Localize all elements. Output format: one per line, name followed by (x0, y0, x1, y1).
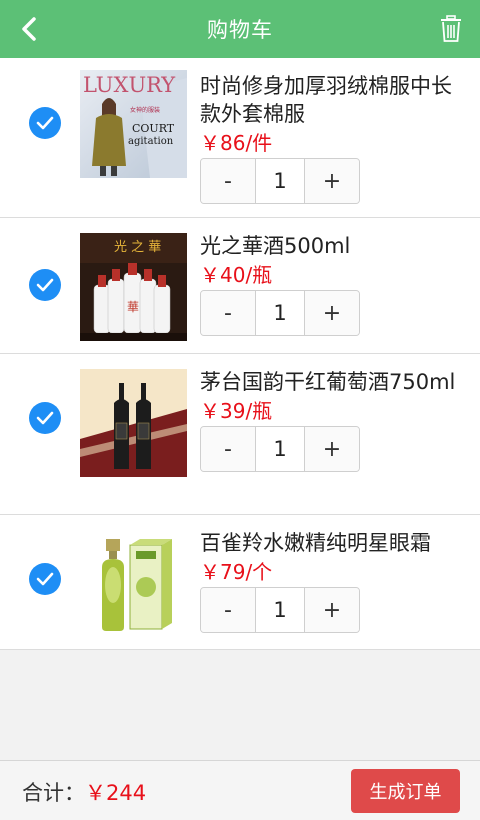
cart-item: 光 之 華 華 光之華酒500ml ￥40/瓶 - 1 + (0, 218, 480, 354)
cart-list: LUXURY 女神的服装 COURT agitation 时尚修身加厚羽绒棉服中… (0, 58, 480, 650)
quantity-stepper: - 1 + (200, 290, 360, 336)
delete-button[interactable] (436, 12, 466, 46)
item-checkbox[interactable] (29, 107, 61, 139)
cart-item: LUXURY 女神的服装 COURT agitation 时尚修身加厚羽绒棉服中… (0, 58, 480, 218)
checkmark-icon (36, 411, 54, 425)
cart-item: 百雀羚水嫩精纯明星眼霜 ￥79/个 - 1 + (0, 515, 480, 650)
total-amount: ￥244 (85, 781, 147, 805)
back-button[interactable] (14, 14, 44, 44)
product-name: 光之華酒500ml (200, 234, 351, 258)
decrease-button[interactable]: - (201, 427, 255, 471)
increase-button[interactable]: + (305, 588, 359, 632)
increase-button[interactable]: + (305, 291, 359, 335)
cart-item: 茅台国韵干红葡萄酒750ml ￥39/瓶 - 1 + (0, 354, 480, 515)
image-headline: 光 之 華 (114, 240, 161, 255)
quantity-value[interactable]: 1 (255, 159, 305, 203)
item-checkbox[interactable] (29, 563, 61, 595)
increase-button[interactable]: + (305, 159, 359, 203)
total-summary: 合计：￥244 (22, 777, 146, 807)
product-name: 百雀羚水嫩精纯明星眼霜 (200, 531, 431, 555)
quantity-stepper: - 1 + (200, 587, 360, 633)
increase-button[interactable]: + (305, 427, 359, 471)
product-price: ￥86/件 (200, 131, 273, 155)
product-price: ￥79/个 (200, 560, 273, 584)
product-price: ￥39/瓶 (200, 399, 273, 423)
quantity-value[interactable]: 1 (255, 588, 305, 632)
quantity-value[interactable]: 1 (255, 427, 305, 471)
total-label: 合计： (22, 781, 85, 805)
quantity-stepper: - 1 + (200, 158, 360, 204)
item-checkbox[interactable] (29, 269, 61, 301)
item-info: 茅台国韵干红葡萄酒750ml ￥39/瓶 - 1 + (200, 368, 462, 472)
quantity-value[interactable]: 1 (255, 291, 305, 335)
image-tag: 女神的服装 (130, 106, 160, 114)
product-name: 时尚修身加厚羽绒棉服中长款外套棉服 (200, 74, 452, 126)
cart-footer: 合计：￥244 生成订单 (0, 760, 480, 820)
quantity-stepper: - 1 + (200, 426, 360, 472)
page-title: 购物车 (207, 18, 273, 42)
decrease-button[interactable]: - (201, 291, 255, 335)
decrease-button[interactable]: - (201, 588, 255, 632)
item-info: 时尚修身加厚羽绒棉服中长款外套棉服 ￥86/件 - 1 + (200, 72, 462, 204)
product-image[interactable]: LUXURY 女神的服装 COURT agitation (80, 70, 187, 178)
item-checkbox[interactable] (29, 402, 61, 434)
image-headline: LUXURY (83, 73, 176, 97)
checkmark-icon (36, 572, 54, 586)
item-info: 百雀羚水嫩精纯明星眼霜 ￥79/个 - 1 + (200, 529, 462, 633)
checkmark-icon (36, 116, 54, 130)
app-header: 购物车 (0, 0, 480, 58)
decrease-button[interactable]: - (201, 159, 255, 203)
bottle-label: 華 (127, 300, 139, 314)
product-price: ￥40/瓶 (200, 263, 273, 287)
product-image[interactable] (80, 369, 187, 477)
product-image[interactable] (80, 527, 187, 635)
image-subline: COURT (132, 122, 175, 135)
create-order-button[interactable]: 生成订单 (351, 769, 460, 813)
product-name: 茅台国韵干红葡萄酒750ml (200, 370, 456, 394)
chevron-left-icon (22, 17, 36, 41)
image-subline-2: agitation (128, 136, 174, 147)
product-image[interactable]: 光 之 華 華 (80, 233, 187, 341)
item-info: 光之華酒500ml ￥40/瓶 - 1 + (200, 232, 462, 336)
trash-icon (441, 15, 461, 42)
checkmark-icon (36, 278, 54, 292)
